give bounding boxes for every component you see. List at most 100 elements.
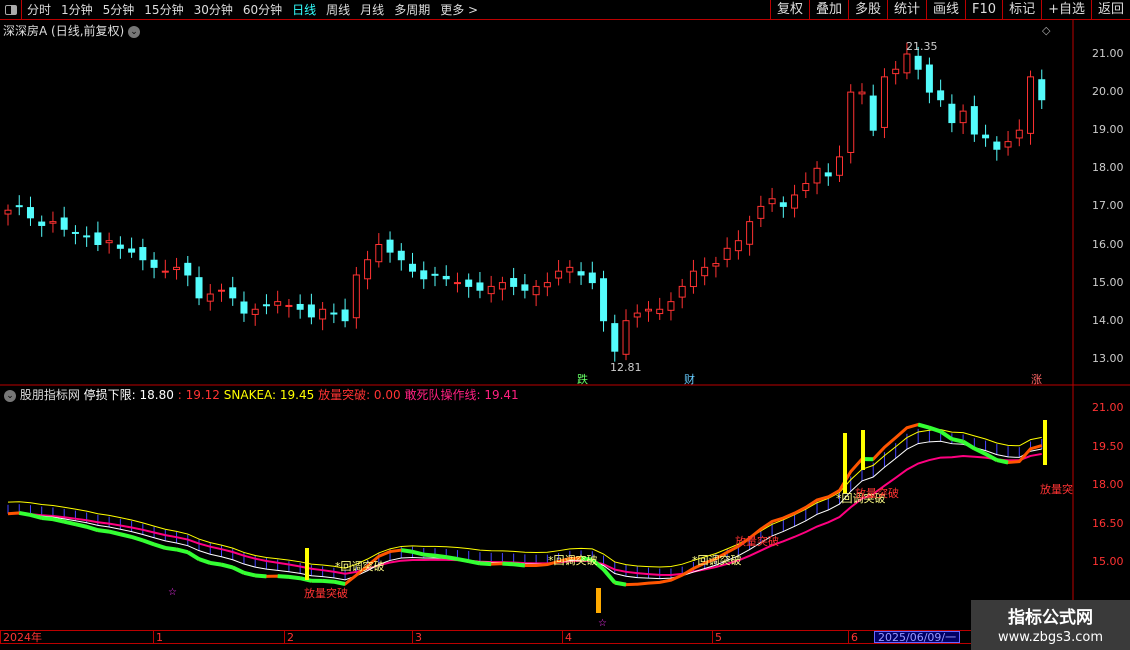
candle	[161, 270, 169, 273]
snake-down-segment	[198, 557, 211, 565]
volume-break-bar	[861, 430, 865, 470]
candle	[71, 231, 79, 234]
snake-down-segment	[939, 429, 953, 441]
candle	[510, 278, 518, 287]
snake-down-segment	[63, 519, 76, 527]
candle	[173, 266, 181, 271]
candle	[600, 278, 608, 322]
candle	[296, 303, 304, 310]
snake-down-segment	[333, 579, 346, 586]
indicator-tick: 18.00	[1092, 478, 1124, 492]
candle	[813, 167, 821, 184]
month-label: 3	[412, 631, 422, 644]
candle	[802, 183, 810, 192]
candle	[948, 103, 956, 124]
candle	[566, 266, 574, 273]
candle	[94, 232, 102, 246]
tag-cai: 财	[684, 373, 695, 386]
diamond-icon: ◇	[1042, 24, 1051, 37]
candle	[903, 53, 911, 74]
price-tick: 18.00	[1092, 161, 1124, 175]
candle	[892, 68, 900, 75]
snake-down-segment	[255, 573, 267, 579]
snake-down-segment	[186, 550, 201, 561]
candle	[678, 285, 686, 298]
volume-break-label: 放量突破	[304, 587, 348, 600]
indicator-tick: 16.50	[1092, 516, 1124, 530]
candle	[465, 279, 473, 287]
snake-down-segment	[131, 534, 144, 543]
huitiao-label: *回调突破	[548, 554, 598, 567]
snake-down-segment	[996, 458, 1009, 465]
candle	[1038, 79, 1046, 101]
candle	[442, 275, 450, 280]
snake-down-segment	[52, 517, 65, 524]
snake-down-segment	[479, 561, 492, 567]
candle	[83, 235, 91, 238]
candle	[60, 217, 68, 230]
indicator-tick: 21.00	[1092, 401, 1124, 414]
candle	[555, 270, 563, 279]
volume-break-label: 放量突	[1040, 483, 1073, 496]
candle	[824, 172, 832, 177]
snake-down-segment	[445, 555, 458, 562]
watermark-url: www.zbgs3.com	[997, 630, 1104, 645]
month-label: 6	[848, 631, 858, 644]
candle	[364, 259, 372, 280]
price-tick: 16.00	[1092, 237, 1124, 251]
snake-down-segment	[231, 565, 245, 575]
time-axis: 2024年 1 2 3 4 5 6	[0, 630, 1130, 644]
snake-down-segment	[18, 510, 31, 517]
candle	[330, 312, 338, 315]
candle	[959, 110, 967, 124]
price-tick: 19.00	[1092, 123, 1124, 137]
snake-down-segment	[108, 529, 121, 537]
snake-down-segment	[602, 568, 617, 584]
volume-break-bar	[305, 548, 309, 580]
candle	[38, 221, 46, 226]
candle	[757, 205, 765, 219]
candle	[970, 106, 978, 135]
candle	[836, 156, 844, 176]
snake-down-segment	[41, 515, 54, 522]
snake-down-segment	[86, 524, 99, 533]
candle	[847, 91, 855, 153]
price-tick: 13.00	[1092, 351, 1124, 365]
snake-down-segment	[468, 559, 481, 566]
volume-break-label: 放量突破	[855, 487, 899, 500]
candle	[105, 240, 113, 244]
candle	[644, 308, 652, 312]
candle	[319, 308, 327, 320]
price-tick: 15.00	[1092, 275, 1124, 289]
candle	[150, 259, 158, 268]
volume-break-bar	[1043, 420, 1047, 465]
candle	[206, 293, 214, 302]
candle	[1004, 141, 1012, 148]
candle	[689, 270, 697, 288]
snake-down-segment	[984, 452, 998, 462]
candle	[701, 266, 709, 277]
month-label: 4	[562, 631, 572, 644]
candle	[453, 282, 461, 285]
snake-down-segment	[243, 570, 256, 578]
candle	[532, 285, 540, 296]
candle	[476, 282, 484, 291]
star-icon: ☆	[168, 587, 177, 598]
volume-break-bar	[843, 433, 847, 493]
candle	[880, 76, 888, 128]
candle	[667, 301, 675, 311]
candle	[352, 274, 360, 319]
candle	[656, 308, 664, 315]
candle	[409, 263, 417, 272]
candle	[577, 271, 585, 276]
huitiao-label: *回调突破	[692, 554, 742, 567]
price-tick: 20.00	[1092, 85, 1124, 99]
candle	[937, 90, 945, 101]
candle	[26, 207, 34, 219]
candle	[791, 194, 799, 209]
candle	[285, 304, 293, 307]
candle	[633, 312, 641, 318]
snake-down-segment	[614, 580, 627, 587]
candle	[274, 301, 282, 306]
candle	[49, 221, 57, 224]
